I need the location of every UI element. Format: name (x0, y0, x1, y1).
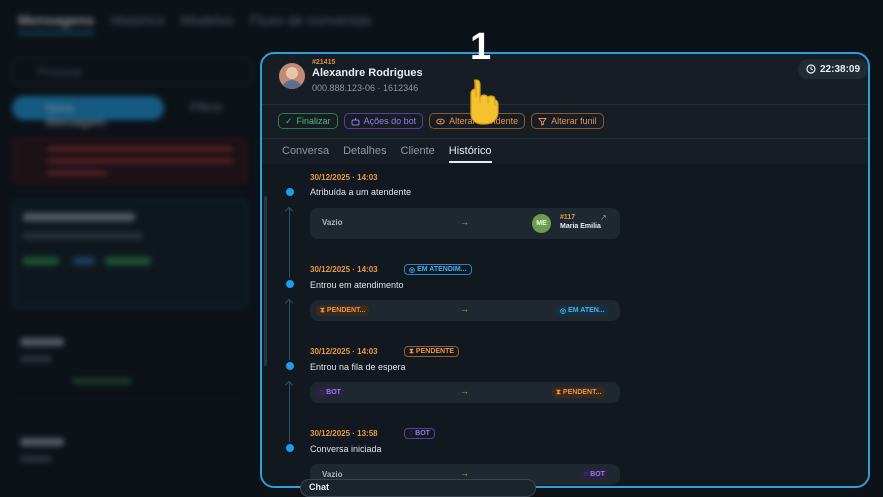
event-transition: Vazio → ME #117 Maria Emilia ↗ (310, 208, 620, 239)
hourglass-icon: ⧗ (556, 388, 561, 396)
tab-conversa[interactable]: Conversa (282, 145, 329, 163)
background-alert (12, 138, 248, 184)
check-icon: ✓ (285, 115, 293, 126)
event-title: Entrou em atendimento (310, 280, 404, 290)
bot-icon (351, 117, 360, 125)
background-conversation-row[interactable] (12, 430, 248, 497)
external-link-icon[interactable]: ↗ (600, 213, 607, 222)
conversation-timer: 22:38:09 (798, 59, 868, 79)
header-divider (262, 104, 868, 105)
background-tab[interactable]: Mensagens (18, 12, 95, 34)
chat-label: Chat (309, 482, 329, 492)
chip-label: BOT (590, 471, 605, 478)
transition-from: Vazio (322, 218, 343, 227)
arrow-right-icon: → (460, 468, 469, 478)
agent-avatar: ME (532, 214, 551, 233)
background-filter-button[interactable]: Filtros (190, 100, 223, 114)
timeline-connector (289, 300, 290, 360)
event-title: Entrou na fila de espera (310, 362, 406, 372)
background-new-message-button[interactable]: Novo Mensagem (12, 96, 164, 129)
action-bar: ✓ Finalizar Ações do bot Alterar atenden… (278, 113, 604, 129)
headset-icon: ◎ (409, 266, 416, 274)
transition-from-chip: ⧗ PENDENT... (316, 305, 370, 316)
status-badge-label: BOT (415, 430, 430, 437)
transition-to-chip: ⧗ PENDENT... (552, 387, 606, 398)
background-conversation-card[interactable] (12, 200, 248, 308)
event-transition: ◌ BOT → ⧗ PENDENT... (310, 382, 620, 403)
timeline-dot (286, 362, 294, 370)
screen: Mensagens Histórico Modelos Fluxo de con… (0, 0, 883, 497)
transition-to-chip: ◌ BOT (580, 469, 609, 480)
tab-cliente[interactable]: Cliente (401, 145, 435, 163)
bot-actions-label: Ações do bot (363, 116, 417, 126)
transition-from-chip: ◌ BOT (316, 387, 345, 398)
funnel-icon (538, 117, 548, 126)
background-tabs: Mensagens Histórico Modelos Fluxo de con… (18, 12, 371, 34)
headset-icon: ◎ (560, 307, 567, 315)
pointing-hand-icon (470, 79, 499, 125)
arrow-right-icon: → (460, 217, 469, 227)
chip-label: PENDENT... (326, 307, 366, 314)
step-number: 1 (470, 26, 492, 68)
background-tab[interactable]: Histórico (110, 12, 164, 34)
actions-divider (262, 138, 868, 139)
event-date: 30/12/2025 · 13:58 (310, 429, 378, 438)
timer-value: 22:38:09 (820, 63, 861, 75)
status-badge-label: EM ATENDIM... (417, 266, 467, 273)
bot-actions-button[interactable]: Ações do bot (343, 113, 424, 129)
status-badge: ◌ BOT (404, 428, 435, 439)
timeline-connector (289, 382, 290, 442)
eye-icon (436, 118, 445, 124)
agent-id: #117 (560, 214, 576, 221)
contact-phone: 000.888.123-06 · 1612346 (312, 83, 419, 93)
background-conversation-row[interactable] (12, 330, 248, 400)
ticket-number: #21415 (312, 59, 336, 66)
history-timeline: 30/12/2025 · 14:03 Atribuída a um atende… (262, 164, 868, 486)
change-funnel-button[interactable]: Alterar funil (531, 113, 604, 129)
bot-icon: ◌ (584, 471, 589, 478)
chip-label: BOT (326, 389, 341, 396)
tab-detalhes[interactable]: Detalhes (343, 145, 386, 163)
agent-name: Maria Emilia (560, 223, 601, 230)
timeline-connector (289, 208, 290, 278)
event-title: Atribuída a um atendente (310, 187, 412, 197)
hourglass-icon: ⧗ (320, 306, 325, 314)
event-title: Conversa iniciada (310, 444, 382, 454)
timeline-dot (286, 280, 294, 288)
chip-label: EM ATEN... (568, 307, 605, 314)
chat-bar[interactable]: Chat (300, 479, 536, 497)
timeline-dot (286, 188, 294, 196)
event-transition: ⧗ PENDENT... → ◎ EM ATEN... (310, 300, 620, 321)
contact-name: Alexandre Rodrigues (312, 67, 423, 79)
transition-to-chip: ◎ EM ATEN... (556, 305, 609, 316)
contact-header: #21415 Alexandre Rodrigues 000.888.123-0… (262, 54, 868, 104)
chip-label: PENDENT... (562, 389, 602, 396)
background-tab[interactable]: Modelos (181, 12, 234, 34)
status-badge: ◎ EM ATENDIM... (404, 264, 472, 275)
hourglass-icon: ⧗ (409, 347, 414, 355)
finalize-button[interactable]: ✓ Finalizar (278, 113, 338, 129)
status-badge-label: PENDENTE (415, 348, 455, 355)
clock-icon (806, 64, 816, 74)
scrollbar[interactable] (264, 196, 267, 366)
event-date: 30/12/2025 · 14:03 (310, 173, 378, 182)
bot-icon: ◌ (320, 389, 325, 396)
tab-historico[interactable]: Histórico (448, 145, 492, 163)
panel-tabs: Conversa Detalhes Cliente Histórico (282, 145, 492, 163)
event-date: 30/12/2025 · 14:03 (310, 347, 378, 356)
arrow-right-icon: → (460, 304, 469, 314)
timeline-dot (286, 444, 294, 452)
transition-from: Vazio (322, 470, 343, 479)
background-tab[interactable]: Fluxo de conversas (250, 12, 371, 34)
contact-avatar (279, 63, 305, 89)
event-date: 30/12/2025 · 14:03 (310, 265, 378, 274)
status-badge: ⧗ PENDENTE (404, 346, 460, 357)
arrow-right-icon: → (460, 386, 469, 396)
change-funnel-label: Alterar funil (551, 116, 597, 126)
finalize-label: Finalizar (296, 116, 331, 126)
conversation-panel: #21415 Alexandre Rodrigues 000.888.123-0… (260, 52, 870, 488)
bot-icon: ◌ (409, 430, 414, 437)
background-search-input[interactable]: Procurar (12, 58, 252, 84)
